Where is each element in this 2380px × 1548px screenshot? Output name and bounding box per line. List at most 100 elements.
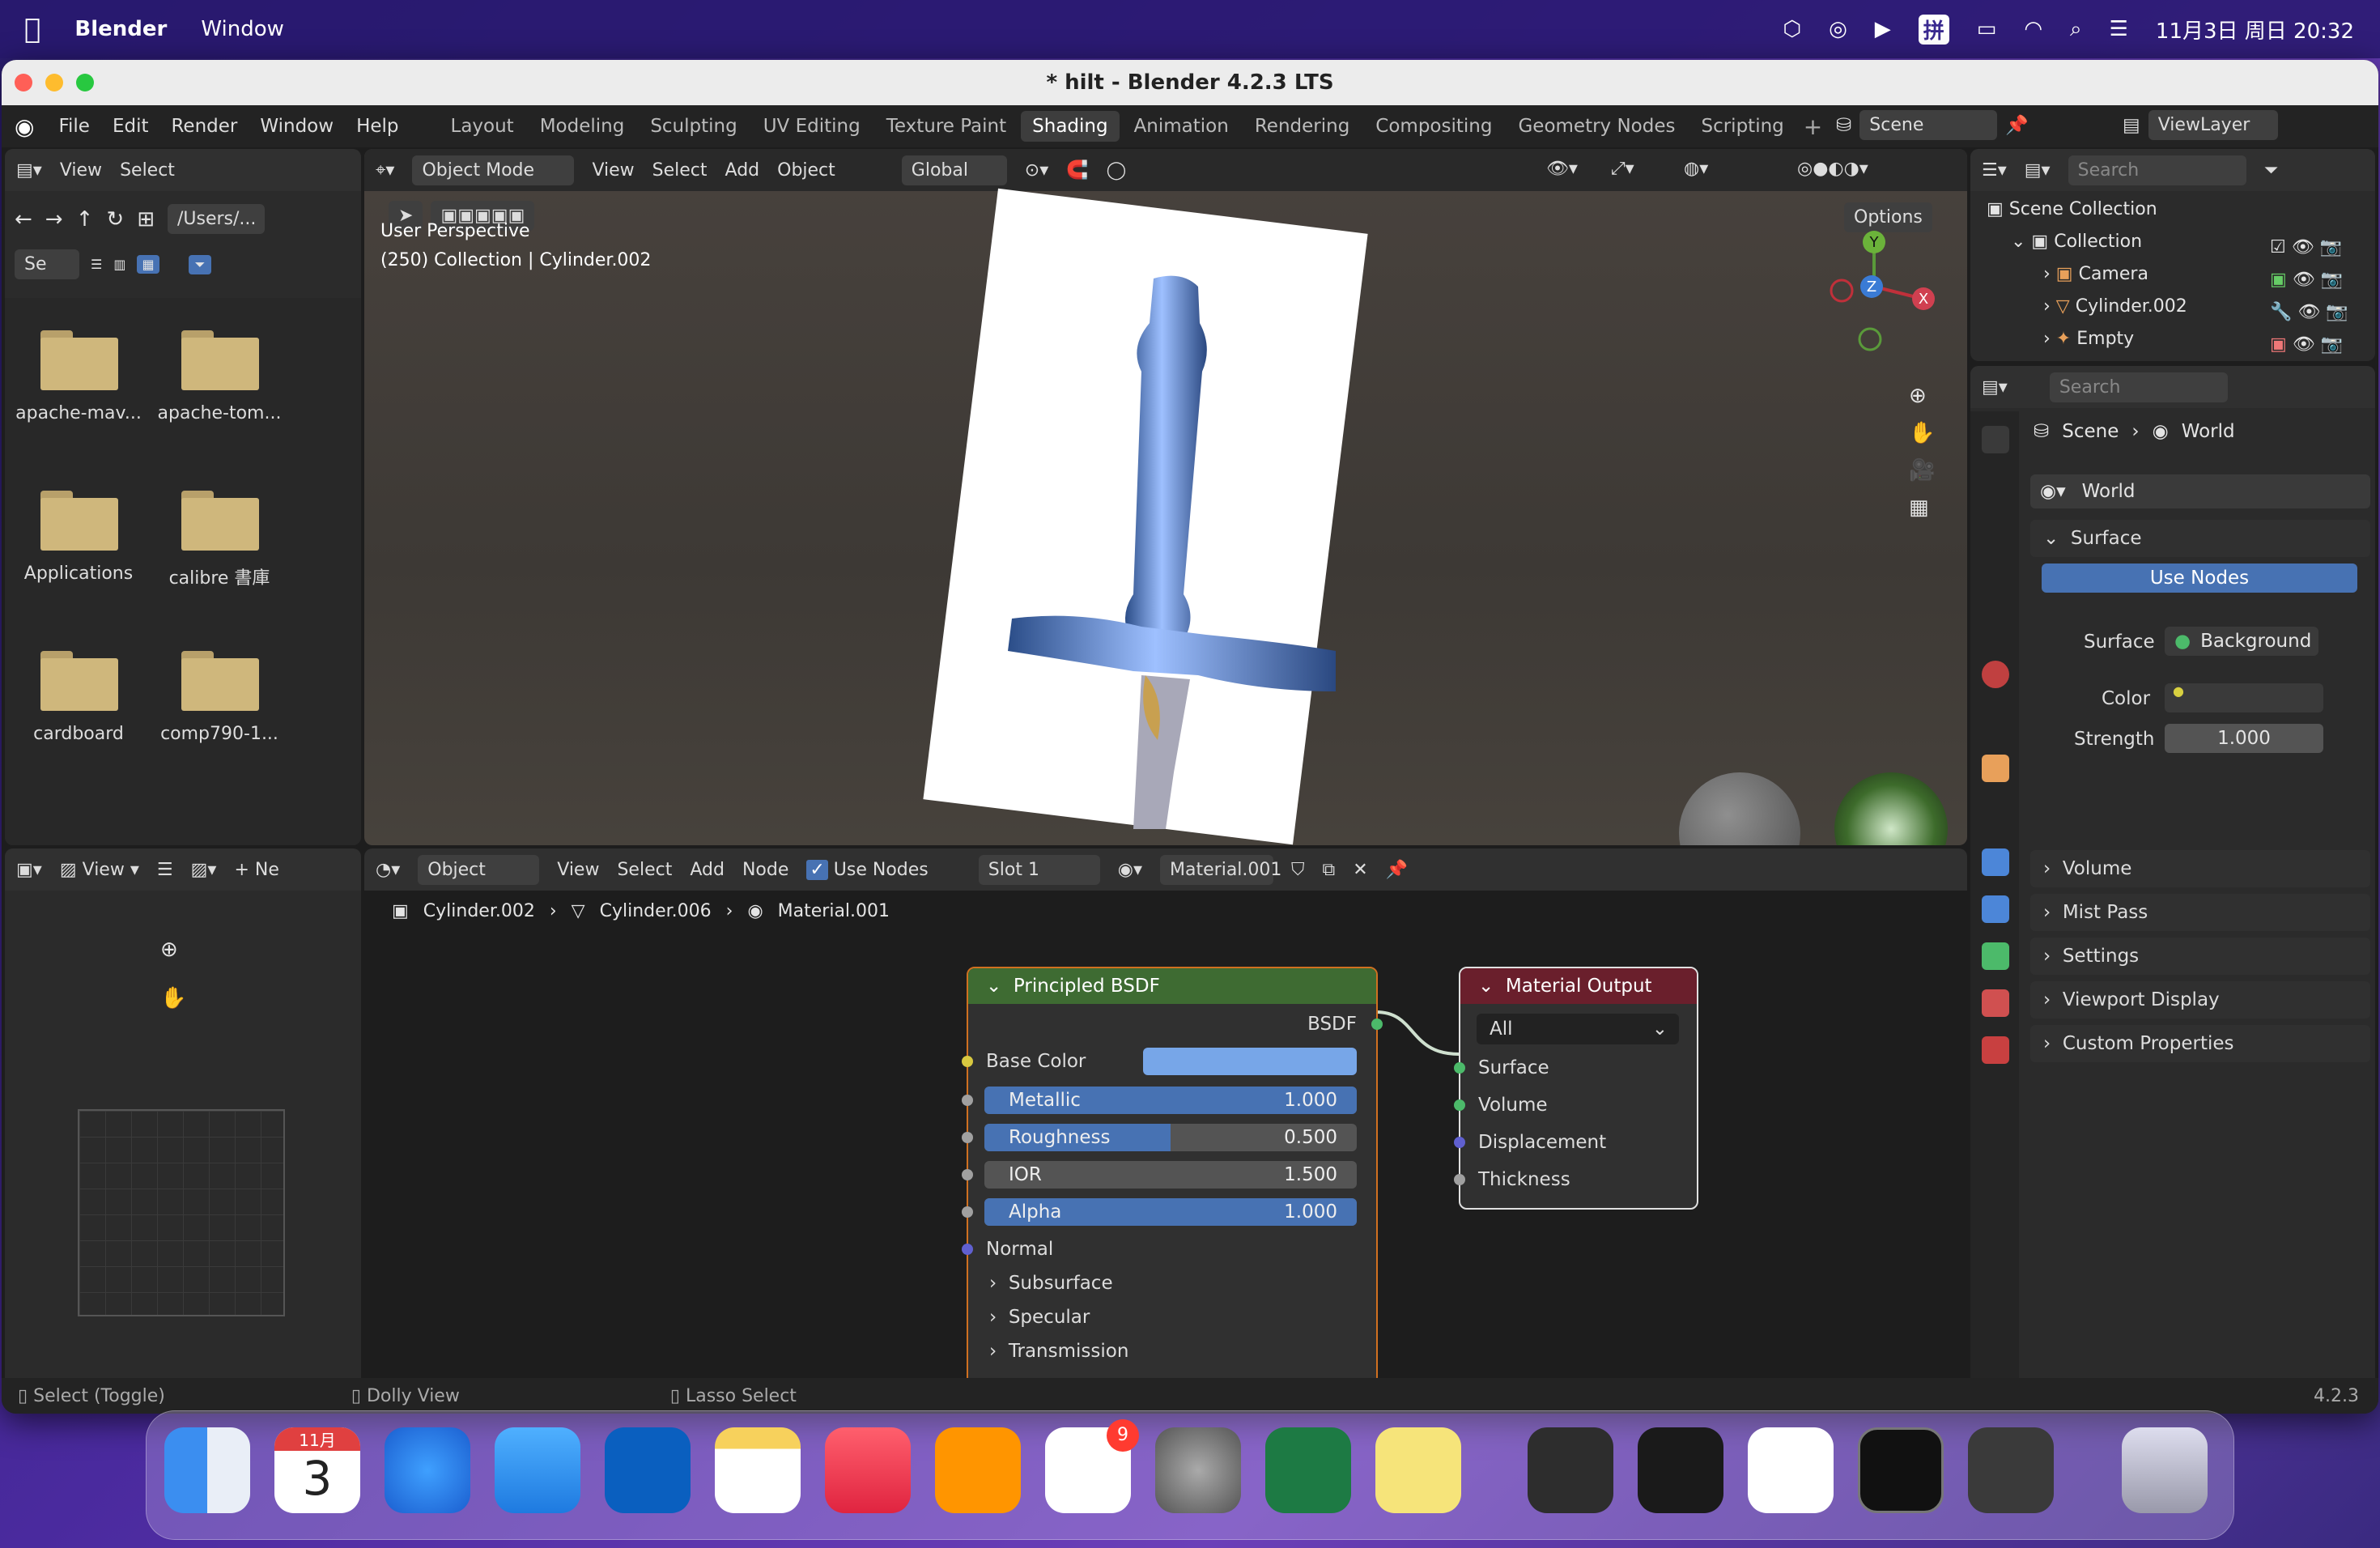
settings-section[interactable]: › Settings (2030, 938, 2370, 975)
world-selector[interactable]: ◉▾ World (2030, 474, 2370, 508)
control-center-icon[interactable]: ☰ (2110, 17, 2128, 41)
viewport-menu-view[interactable]: View (592, 160, 634, 181)
roughness-field[interactable]: Roughness 0.500 (984, 1124, 1357, 1151)
tab-modeling[interactable]: Modeling (529, 111, 636, 142)
material-output-header[interactable]: ⌄ Material Output (1460, 968, 1697, 1004)
viewport-display-section[interactable]: › Viewport Display (2030, 981, 2370, 1019)
filter-icon[interactable]: ⏷ (188, 254, 212, 274)
displacement-input-socket[interactable] (1454, 1137, 1465, 1148)
eye-icon[interactable]: 👁 (2293, 270, 2315, 290)
new-folder-icon[interactable]: ⊞ (137, 207, 155, 232)
strength-field[interactable]: 1.000 (2165, 724, 2323, 753)
folder-icon[interactable] (181, 330, 259, 390)
viewlayer-name[interactable]: ViewLayer (2148, 110, 2278, 140)
eye-icon[interactable]: 👁 (2292, 237, 2314, 257)
blender-logo-icon[interactable]: ◉ (15, 113, 34, 140)
file-item-label[interactable]: calibre 書庫 (151, 563, 288, 589)
detail-view-icon[interactable]: ▥ (113, 257, 125, 272)
volume-section[interactable]: › Volume (2030, 850, 2370, 887)
data-tab-icon[interactable] (1982, 942, 2009, 970)
menu-render[interactable]: Render (171, 116, 237, 137)
collection-row[interactable]: ⌄ ▣ Collection (2011, 232, 2142, 252)
tab-sculpting[interactable]: Sculpting (639, 111, 748, 142)
eye-icon[interactable]: 👁 (2293, 334, 2315, 355)
surface-section-header[interactable]: ⌄ Surface (2030, 520, 2370, 557)
tab-geometry-nodes[interactable]: Geometry Nodes (1507, 111, 1686, 142)
outliner-item-cylinder[interactable]: › ▽ Cylinder.002 (2043, 296, 2187, 317)
principled-header[interactable]: ⌄ Principled BSDF (968, 968, 1376, 1004)
render-camera-icon[interactable]: 📷 (2326, 302, 2348, 322)
thickness-input-socket[interactable] (1454, 1174, 1465, 1185)
image-view-menu[interactable]: ▨ View ▾ (60, 860, 139, 880)
render-camera-icon[interactable]: 📷 (2321, 334, 2343, 355)
tab-shading[interactable]: Shading (1021, 111, 1120, 142)
pan-hand-icon[interactable]: ✋ (1909, 421, 1948, 445)
world-name-field[interactable]: World (2082, 481, 2136, 502)
custom-properties-section[interactable]: › Custom Properties (2030, 1025, 2370, 1062)
apple-icon[interactable]:  (24, 13, 40, 45)
ortho-grid-icon[interactable]: ▦ (1909, 495, 1948, 520)
outliner-filter-icon[interactable]: ⏷ (2264, 160, 2279, 181)
trash-icon[interactable] (2122, 1427, 2208, 1513)
zoom-icon[interactable]: ⊕ (1909, 384, 1948, 408)
pan-hand-icon[interactable]: ✋ (160, 986, 186, 1010)
properties-search[interactable]: Search (2049, 372, 2228, 402)
metallic-socket[interactable] (962, 1095, 973, 1106)
menu-window[interactable]: Window (260, 116, 334, 137)
outlook-icon[interactable] (605, 1427, 691, 1513)
display-mode-icon[interactable]: ▤▾ (2025, 160, 2051, 181)
calendar-icon[interactable]: 11月 3 (274, 1427, 360, 1513)
normal-socket[interactable] (962, 1244, 973, 1255)
base-color-swatch[interactable] (1143, 1048, 1357, 1075)
physics-tab-icon[interactable] (1982, 895, 2009, 923)
tab-animation[interactable]: Animation (1123, 111, 1240, 142)
render-tab-icon[interactable] (1982, 473, 2009, 500)
subsurface-panel[interactable]: › Subsurface (989, 1273, 1113, 1294)
folder-icon[interactable] (40, 651, 118, 711)
menu-help[interactable]: Help (356, 116, 398, 137)
folder-icon[interactable] (40, 491, 118, 551)
notes-icon[interactable] (715, 1427, 801, 1513)
surface-input-socket[interactable] (1454, 1062, 1465, 1074)
file-item-label[interactable]: apache-mav... (10, 403, 147, 423)
list-view-icon[interactable]: ☰ (91, 257, 102, 272)
roughness-socket[interactable] (962, 1132, 973, 1143)
parent-dir-icon[interactable]: ↑ (76, 207, 94, 232)
stickies-icon[interactable] (1375, 1427, 1461, 1513)
new-image-button[interactable]: + Ne (234, 860, 278, 880)
music-icon[interactable] (825, 1427, 911, 1513)
volume-input-socket[interactable] (1454, 1099, 1465, 1111)
wifi-icon[interactable]: ◠ (2024, 17, 2042, 41)
unity-icon[interactable] (1638, 1427, 1723, 1513)
use-nodes-button[interactable]: Use Nodes (2042, 563, 2357, 593)
tool-tab-icon[interactable] (1982, 426, 2009, 453)
input-method-icon[interactable]: 拼 (1918, 14, 1949, 45)
gizmo-icon[interactable]: ⤢▾ (1611, 159, 1634, 179)
tab-scripting[interactable]: Scripting (1689, 111, 1795, 142)
unity-hub-icon[interactable] (1528, 1427, 1613, 1513)
camera-view-icon[interactable]: 🎥 (1909, 458, 1948, 483)
pin-icon[interactable]: 📌 (2005, 114, 2029, 136)
tab-compositing[interactable]: Compositing (1364, 111, 1503, 142)
render-camera-icon[interactable]: 📷 (2320, 237, 2342, 257)
options-button[interactable]: Options (1844, 202, 1932, 232)
scene-name[interactable]: Scene (1859, 110, 1998, 140)
wrench-icon[interactable]: 🔧 (2270, 302, 2292, 322)
render-camera-icon[interactable]: 📷 (2321, 270, 2343, 290)
particles-tab-icon[interactable] (1982, 848, 2009, 876)
tab-texture-paint[interactable]: Texture Paint (875, 111, 1018, 142)
vscode-icon[interactable] (1748, 1427, 1834, 1513)
viewport-editor-type-icon[interactable]: ⌖▾ (376, 160, 394, 181)
shading-modes-icon[interactable]: ◎●◐◑▾ (1797, 159, 1868, 179)
file-item-label[interactable]: comp790-1... (151, 724, 288, 744)
outliner-editor-icon[interactable]: ☰▾ (1982, 160, 2007, 181)
viewlayer-selector[interactable]: ▤ ViewLayer (2123, 110, 2278, 140)
file-item-label[interactable]: Applications (10, 563, 147, 584)
back-icon[interactable]: ← (15, 207, 32, 232)
world-color-field[interactable]: ● (2165, 683, 2323, 712)
path-field[interactable]: /Users/... (167, 204, 265, 234)
menubar-window[interactable]: Window (201, 17, 284, 41)
camera-data-icon[interactable]: ▣ (2270, 270, 2287, 290)
visibility-icon[interactable]: 👁▾ (1546, 159, 1578, 179)
folder-icon[interactable] (40, 330, 118, 390)
